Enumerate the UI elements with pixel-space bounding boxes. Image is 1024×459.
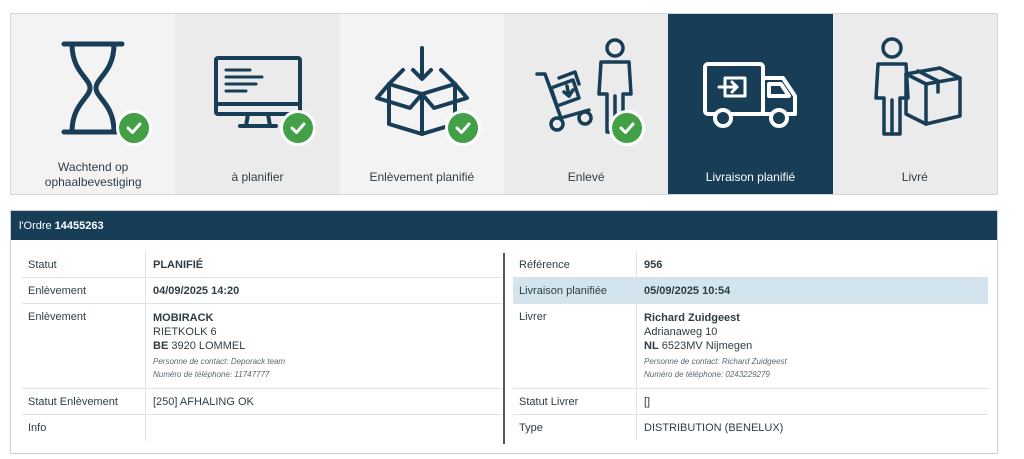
step-label: Livraison planifié — [705, 170, 796, 184]
pickup-phone: Numéro de téléphone: 11747777 — [153, 370, 270, 379]
delivery-address-row: Livrer Richard Zuidgeest Adrianaweg 10 N… — [513, 304, 988, 389]
status-steps: Wachtend op ophaalbevestiging à planifie… — [10, 13, 998, 195]
status-row: Statut PLANIFIÉ — [22, 252, 502, 278]
order-prefix: l'Ordre — [19, 219, 52, 232]
pickup-street: RIETKOLK 6 — [153, 326, 217, 338]
delivery-country: NL — [644, 340, 659, 352]
check-icon — [609, 110, 646, 146]
pickup-status-value: [250] AFHALING OK — [153, 396, 254, 408]
step-label: Enlevé — [567, 170, 605, 184]
type-row: Type DISTRIBUTION (BENELUX) — [513, 415, 988, 440]
type-key: Type — [513, 415, 637, 440]
column-divider — [503, 253, 505, 444]
step-to-plan: à planifier — [175, 14, 340, 194]
pickup-address-key: Enlèvement — [22, 304, 146, 388]
delivery-date-key: Livraison planifiée — [513, 278, 637, 303]
step-awaiting-pickup-confirmation: Wachtend op ophaalbevestiging — [11, 14, 176, 194]
delivery-date-value: 05/09/2025 10:54 — [644, 285, 731, 297]
pickup-contact: Personne de contact: Deporack team — [153, 357, 286, 366]
order-panel: l'Ordre 14455263 Statut PLANIFIÉ Enlèvem… — [10, 210, 998, 454]
delivery-status-key: Statut Livrer — [513, 389, 637, 414]
delivery-date-row: Livraison planifiée 05/09/2025 10:54 — [513, 278, 988, 304]
pickup-details: Statut PLANIFIÉ Enlèvement 04/09/2025 14… — [22, 252, 502, 441]
delivery-status-row: Statut Livrer [] — [513, 389, 988, 415]
step-label: Wachtend op ophaalbevestiging — [44, 160, 142, 189]
reference-row: Référence 956 — [513, 252, 988, 278]
step-label: à planifier — [231, 170, 284, 184]
status-key: Statut — [22, 252, 146, 277]
step-picked-up: Enlevé — [503, 14, 669, 194]
pickup-date-row: Enlèvement 04/09/2025 14:20 — [22, 278, 502, 304]
pickup-country: BE — [153, 340, 169, 352]
step-label: Livré — [901, 170, 928, 184]
delivery-status-value: [] — [644, 396, 651, 408]
step-label: Enlèvement planifié — [369, 170, 475, 184]
pickup-name: MOBIRACK — [153, 312, 214, 324]
pickup-city: 3920 LOMMEL — [171, 340, 246, 352]
person-package-icon — [874, 37, 962, 136]
delivery-truck-icon — [703, 62, 798, 128]
info-row: Info — [22, 415, 502, 441]
step-delivery-planned: Livraison planifié — [668, 14, 833, 194]
pickup-status-row: Statut Enlèvement [250] AFHALING OK — [22, 389, 502, 415]
delivery-name: Richard Zuidgeest — [644, 312, 740, 324]
delivery-details: Référence 956 Livraison planifiée 05/09/… — [513, 252, 988, 440]
check-icon — [116, 110, 153, 146]
order-header: l'Ordre 14455263 — [11, 211, 997, 240]
reference-key: Référence — [513, 252, 637, 277]
pickup-date-key: Enlèvement — [22, 278, 146, 303]
delivery-street: Adrianaweg 10 — [644, 326, 718, 338]
info-key: Info — [22, 415, 146, 441]
info-value — [146, 415, 502, 441]
delivery-phone: Numéro de téléphone: 0243229279 — [644, 370, 770, 379]
reference-value: 956 — [644, 259, 663, 271]
pickup-date-value: 04/09/2025 14:20 — [153, 285, 240, 297]
order-number: 14455263 — [54, 219, 104, 232]
step-delivered: Livré — [832, 14, 997, 194]
delivery-address-key: Livrer — [513, 304, 637, 388]
type-value: DISTRIBUTION (BENELUX) — [644, 422, 784, 434]
delivery-city: 6523MV Nijmegen — [661, 340, 753, 352]
delivery-contact: Personne de contact: Richard Zuidgeest — [644, 357, 787, 366]
step-pickup-planned: Enlèvement planifié — [339, 14, 504, 194]
status-value: PLANIFIÉ — [153, 259, 204, 271]
check-icon — [444, 110, 481, 146]
pickup-address-row: Enlèvement MOBIRACK RIETKOLK 6 BE 3920 L… — [22, 304, 502, 389]
pickup-status-key: Statut Enlèvement — [22, 389, 146, 414]
